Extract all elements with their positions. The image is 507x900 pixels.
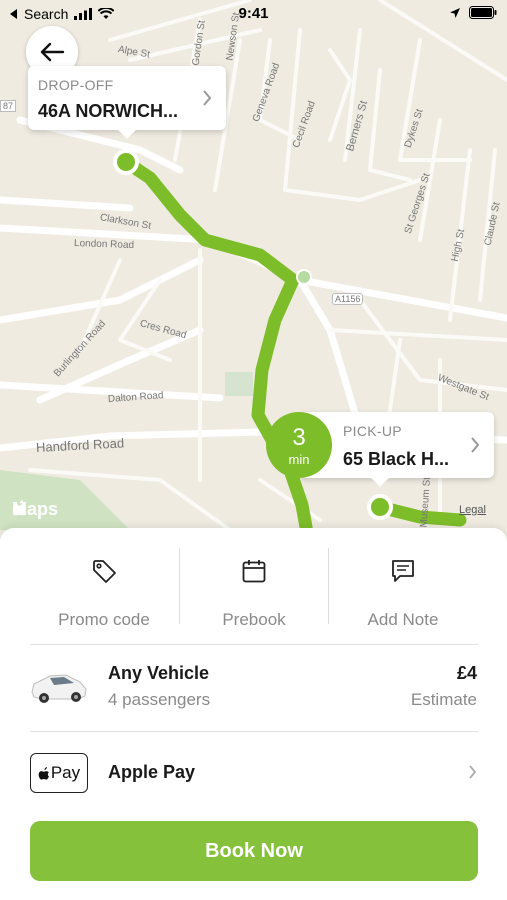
status-bar: Search 9:41 — [0, 0, 507, 28]
street-label: 87 — [0, 100, 17, 112]
battery-icon — [469, 6, 497, 19]
vehicle-name: Any Vehicle — [108, 663, 210, 683]
pickup-label: PICK-UP — [343, 423, 402, 439]
fare-estimate-label: Estimate — [410, 690, 477, 709]
prebook-label: Prebook — [222, 610, 286, 629]
payment-method-name: Apple Pay — [108, 762, 196, 782]
chevron-right-icon — [471, 437, 480, 453]
ride-booking-screen: Alpe St Newson St Gordon St Geneva Road … — [0, 0, 507, 900]
fare-price: £4 — [456, 663, 477, 683]
apple-pay-badge-text: Pay — [50, 763, 81, 782]
location-arrow-icon — [450, 7, 460, 18]
street-label: London Road — [73, 238, 135, 252]
booking-sheet: Promo code Prebook Add Note Any Vehicle … — [0, 528, 507, 900]
car-icon — [31, 674, 87, 703]
arrow-left-icon — [40, 42, 65, 62]
add-note-button[interactable]: Add Note — [328, 548, 478, 629]
legal-link[interactable]: Legal — [459, 504, 486, 516]
divider — [30, 731, 478, 732]
book-now-button[interactable]: Book Now — [30, 821, 478, 881]
dropoff-label: DROP-OFF — [38, 77, 114, 93]
divider — [30, 644, 478, 645]
prebook-button[interactable]: Prebook — [179, 548, 329, 629]
street-label: A1156 — [332, 293, 364, 305]
apple-pay-badge: Pay — [30, 753, 88, 793]
apple-logo-icon — [38, 766, 49, 780]
pickup-address: 65 Black H... — [343, 449, 450, 469]
chevron-right-icon — [203, 90, 212, 106]
vehicle-passengers: 4 passengers — [108, 690, 211, 709]
maps-attribution: Maps — [12, 499, 58, 520]
tag-icon — [93, 560, 116, 583]
dropoff-address: 46A NORWICH... — [38, 101, 179, 121]
vehicle-option[interactable]: Any Vehicle 4 passengers £4 Estimate — [0, 646, 507, 730]
eta-unit: min — [288, 452, 310, 467]
promo-code-button[interactable]: Promo code — [29, 548, 179, 629]
payment-method-row[interactable]: Pay Apple Pay — [0, 734, 507, 810]
eta-badge: 3 min — [266, 412, 332, 478]
calendar-icon — [242, 560, 266, 583]
add-note-label: Add Note — [367, 610, 439, 629]
eta-value: 3 — [292, 424, 306, 451]
note-icon — [392, 560, 414, 582]
apple-logo-icon — [12, 500, 26, 516]
status-time: 9:41 — [238, 5, 269, 22]
dropoff-callout[interactable]: DROP-OFF 46A NORWICH... — [28, 66, 226, 139]
chevron-right-icon — [469, 765, 477, 779]
promo-code-label: Promo code — [58, 610, 150, 629]
